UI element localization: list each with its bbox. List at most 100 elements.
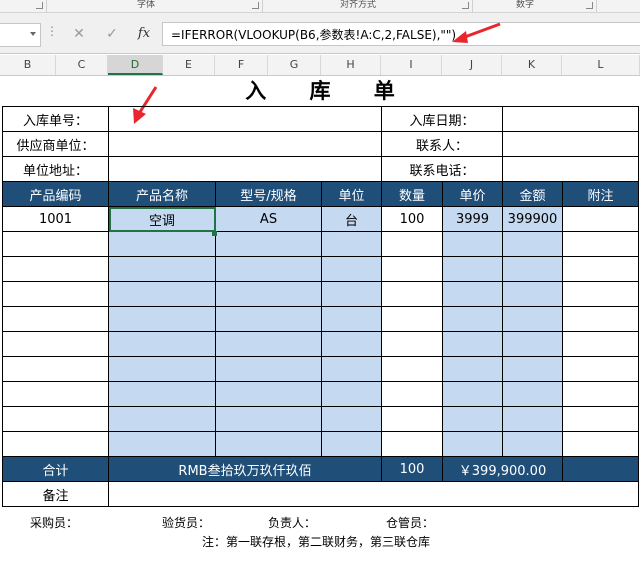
alignment-launcher-icon[interactable]	[462, 2, 469, 9]
cell[interactable]	[562, 281, 639, 307]
formula-input[interactable]: =IFERROR(VLOOKUP(B6,参数表!A:C,2,FALSE),"")	[162, 22, 640, 46]
cell[interactable]	[562, 431, 639, 457]
column-header-i[interactable]: I	[381, 55, 442, 75]
cell[interactable]	[562, 256, 639, 282]
order-no-value[interactable]	[108, 106, 382, 132]
cell[interactable]	[2, 281, 109, 307]
remark-value[interactable]	[108, 481, 639, 507]
cell[interactable]	[108, 256, 216, 282]
phone-value[interactable]	[502, 156, 639, 182]
cell[interactable]	[442, 256, 503, 282]
cell-code[interactable]: 1001	[2, 206, 109, 232]
cell-model[interactable]: AS	[215, 206, 322, 232]
clipboard-launcher-icon[interactable]	[36, 2, 43, 9]
cell[interactable]	[381, 356, 443, 382]
cell[interactable]	[442, 331, 503, 357]
cell[interactable]	[215, 231, 322, 257]
cell-unit[interactable]: 台	[321, 206, 382, 232]
cell[interactable]	[215, 431, 322, 457]
cell[interactable]	[321, 356, 382, 382]
number-launcher-icon[interactable]	[586, 2, 593, 9]
cell[interactable]	[2, 306, 109, 332]
cell[interactable]	[442, 281, 503, 307]
cell-name-selected[interactable]: 空调	[108, 206, 216, 232]
cell[interactable]	[381, 256, 443, 282]
cell[interactable]	[502, 256, 563, 282]
cell[interactable]	[215, 356, 322, 382]
name-box[interactable]	[0, 23, 41, 47]
cell[interactable]	[2, 356, 109, 382]
cell[interactable]	[442, 356, 503, 382]
cell[interactable]	[108, 281, 216, 307]
cell[interactable]	[502, 406, 563, 432]
cell[interactable]	[108, 356, 216, 382]
cell[interactable]	[2, 331, 109, 357]
cell[interactable]	[381, 331, 443, 357]
cell[interactable]	[2, 231, 109, 257]
cell[interactable]	[442, 406, 503, 432]
supplier-value[interactable]	[108, 131, 382, 157]
column-header-g[interactable]: G	[268, 55, 321, 75]
cell[interactable]	[215, 256, 322, 282]
column-header-h[interactable]: H	[321, 55, 381, 75]
cell[interactable]	[108, 306, 216, 332]
cell[interactable]	[321, 281, 382, 307]
contact-value[interactable]	[502, 131, 639, 157]
cell[interactable]	[321, 306, 382, 332]
cell[interactable]	[2, 256, 109, 282]
cell[interactable]	[108, 231, 216, 257]
cell[interactable]	[502, 281, 563, 307]
column-header-j[interactable]: J	[442, 55, 502, 75]
cell[interactable]	[108, 381, 216, 407]
cell[interactable]	[2, 431, 109, 457]
column-header-c[interactable]: C	[56, 55, 108, 75]
cell[interactable]	[381, 381, 443, 407]
total-amount-words[interactable]: RMB叁拾玖万玖仟玖佰	[108, 456, 382, 482]
cell[interactable]	[215, 306, 322, 332]
cell[interactable]	[442, 431, 503, 457]
cell[interactable]	[381, 231, 443, 257]
cell[interactable]	[502, 381, 563, 407]
cell[interactable]	[562, 406, 639, 432]
cell-note[interactable]	[562, 206, 639, 232]
address-value[interactable]	[108, 156, 382, 182]
cell[interactable]	[381, 281, 443, 307]
cell[interactable]	[215, 381, 322, 407]
cell[interactable]	[502, 231, 563, 257]
cell[interactable]	[562, 356, 639, 382]
cell[interactable]	[502, 356, 563, 382]
cell[interactable]	[2, 381, 109, 407]
cell[interactable]	[502, 306, 563, 332]
fill-handle[interactable]	[212, 231, 217, 236]
cell[interactable]	[442, 381, 503, 407]
column-header-f[interactable]: F	[215, 55, 268, 75]
cell[interactable]	[562, 306, 639, 332]
cell[interactable]	[108, 331, 216, 357]
enter-icon[interactable]: ✓	[99, 22, 125, 46]
cell[interactable]	[2, 406, 109, 432]
column-header-l[interactable]: L	[562, 55, 640, 75]
font-launcher-icon[interactable]	[252, 2, 259, 9]
cell[interactable]	[215, 406, 322, 432]
cell[interactable]	[321, 431, 382, 457]
total-amount[interactable]: ￥399,900.00	[442, 456, 563, 482]
total-qty[interactable]: 100	[381, 456, 443, 482]
cell[interactable]	[321, 381, 382, 407]
column-header-b[interactable]: B	[0, 55, 56, 75]
cell-qty[interactable]: 100	[381, 206, 443, 232]
cancel-icon[interactable]: ✕	[66, 22, 92, 46]
cell[interactable]	[321, 256, 382, 282]
column-header-d[interactable]: D	[108, 55, 163, 75]
cell[interactable]	[321, 406, 382, 432]
column-header-k[interactable]: K	[502, 55, 562, 75]
cell[interactable]	[442, 231, 503, 257]
more-options-icon[interactable]: ⋮	[46, 24, 58, 38]
cell[interactable]	[321, 331, 382, 357]
cell[interactable]	[502, 331, 563, 357]
cell[interactable]	[562, 231, 639, 257]
date-value[interactable]	[502, 106, 639, 132]
cell[interactable]	[215, 281, 322, 307]
chevron-down-icon[interactable]	[30, 32, 36, 36]
cell[interactable]	[502, 431, 563, 457]
cell[interactable]	[321, 231, 382, 257]
